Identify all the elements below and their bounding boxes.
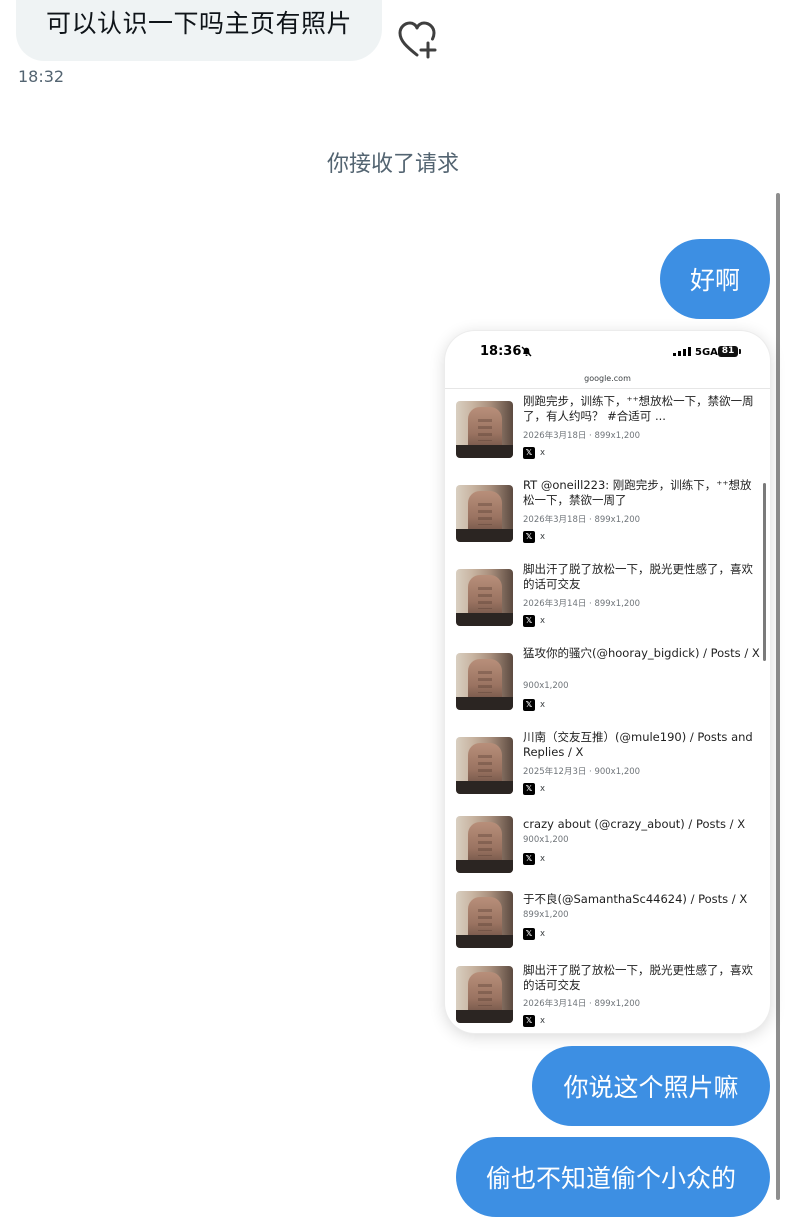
battery-icon: 81 [718,346,738,357]
outgoing-message-text: 好啊 [689,266,740,295]
result-thumbnail [456,737,513,794]
url-divider [445,388,770,389]
result-meta: 2026年3月18日 · 899x1,200 [523,515,641,525]
incoming-message-bubble[interactable]: 可以认识一下吗主页有照片 [16,0,382,61]
browser-url: google.com [584,374,631,383]
x-logo-icon: 𝕏 [523,447,535,459]
result-source-name: x [540,784,546,794]
network-type-label: 5GA [695,347,718,358]
phone-status-time: 18:36 [480,344,522,359]
x-logo-icon: 𝕏 [523,531,535,543]
result-title: 脚出汗了脱了放松一下，脱光更性感了，喜欢的话可交友 [523,963,753,992]
result-thumbnail [456,653,513,710]
x-logo-icon: 𝕏 [523,1015,535,1027]
x-logo-icon: 𝕏 [523,928,535,940]
search-result-item[interactable]: 刚跑完步，训练下，⁺⁺想放松一下，禁欲一周了，有人约吗？ #合适可 ... 20… [456,394,762,470]
result-title: 猛攻你的骚穴(@hooray_bigdick) / Posts / X [523,646,760,660]
x-logo-icon: 𝕏 [523,853,535,865]
result-meta: 900x1,200 [523,681,569,691]
result-title: crazy about (@crazy_about) / Posts / X [523,817,746,831]
result-thumbnail [456,401,513,458]
outgoing-message-bubble[interactable]: 你说这个照片嘛 [532,1046,770,1126]
search-result-item[interactable]: 脚出汗了脱了放松一下，脱光更性感了，喜欢的话可交友 2026年3月14日 · 8… [456,959,762,1033]
x-logo-icon: 𝕏 [523,615,535,627]
result-meta: 2025年12月3日 · 900x1,200 [523,767,641,777]
result-source: 𝕏 x [523,699,563,711]
result-source: 𝕏 x [523,853,563,865]
message-timestamp: 18:32 [18,67,65,86]
result-source-name: x [540,929,546,939]
result-source-name: x [540,448,546,458]
result-meta: 2026年3月14日 · 899x1,200 [523,999,641,1009]
search-result-item[interactable]: 于不良(@SamanthaSc44624) / Posts / X 899x1,… [456,884,762,960]
result-title: RT @oneill223: 刚跑完步，训练下，⁺⁺想放松一下，禁欲一周了 [523,478,752,507]
search-result-item[interactable]: RT @oneill223: 刚跑完步，训练下，⁺⁺想放松一下，禁欲一周了 20… [456,478,762,554]
system-notice: 你接收了请求 [326,152,459,177]
result-meta: 899x1,200 [523,910,569,920]
result-source-name: x [540,532,546,542]
outgoing-message-text: 你说这个照片嘛 [563,1073,739,1102]
result-source-name: x [540,616,546,626]
result-thumbnail [456,485,513,542]
chat-scrollbar[interactable] [776,193,780,1200]
shared-screenshot-image[interactable]: 18:36 5GA 81 google.com 刚跑完步，训练下，⁺⁺想放松一下… [445,331,770,1033]
battery-tip [739,349,741,354]
result-source-name: x [540,700,546,710]
phone-status-bar: 18:36 5GA 81 [445,331,770,371]
x-logo-icon: 𝕏 [523,783,535,795]
battery-level: 81 [721,346,735,356]
result-meta: 900x1,200 [523,835,569,845]
search-result-item[interactable]: 川南（交友互推）(@mule190) / Posts and Replies /… [456,730,762,806]
x-logo-icon: 𝕏 [523,699,535,711]
result-thumbnail [456,569,513,626]
result-source: 𝕏 x [523,783,563,795]
search-result-item[interactable]: 脚出汗了脱了放松一下，脱光更性感了，喜欢的话可交友 2026年3月14日 · 8… [456,562,762,638]
results-scrollbar [763,483,766,661]
search-result-item[interactable]: crazy about (@crazy_about) / Posts / X 9… [456,809,762,885]
outgoing-message-bubble[interactable]: 偷也不知道偷个小众的 [456,1137,770,1217]
signal-bars-icon [673,347,691,356]
outgoing-message-text: 偷也不知道偷个小众的 [486,1164,737,1193]
result-source: 𝕏 x [523,531,563,543]
result-title: 刚跑完步，训练下，⁺⁺想放松一下，禁欲一周了，有人约吗？ #合适可 ... [523,394,754,423]
result-thumbnail [456,966,513,1023]
result-meta: 2026年3月14日 · 899x1,200 [523,599,641,609]
outgoing-message-bubble[interactable]: 好啊 [660,239,770,319]
result-title: 脚出汗了脱了放松一下，脱光更性感了，喜欢的话可交友 [523,562,753,591]
result-source: 𝕏 x [523,447,563,459]
result-title: 川南（交友互推）(@mule190) / Posts and Replies /… [523,730,753,759]
result-source: 𝕏 x [523,615,563,627]
search-result-item[interactable]: 猛攻你的骚穴(@hooray_bigdick) / Posts / X 900x… [456,646,762,722]
bell-slash-icon [521,346,532,357]
result-meta: 2026年3月18日 · 899x1,200 [523,431,641,441]
result-source: 𝕏 x [523,1015,563,1027]
incoming-message-text: 可以认识一下吗主页有照片 [46,9,353,38]
result-thumbnail [456,816,513,873]
result-source-name: x [540,1016,546,1026]
result-thumbnail [456,891,513,948]
result-source-name: x [540,854,546,864]
result-title: 于不良(@SamanthaSc44624) / Posts / X [523,892,748,906]
heart-plus-icon[interactable] [398,20,440,60]
result-source: 𝕏 x [523,928,563,940]
